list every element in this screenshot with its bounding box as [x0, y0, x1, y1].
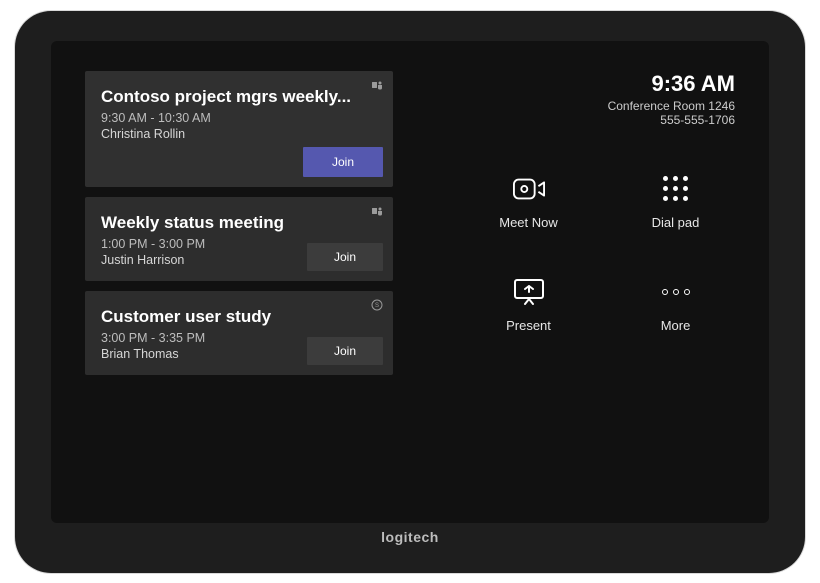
meeting-organizer: Christina Rollin [101, 127, 377, 141]
join-button[interactable]: Join [307, 337, 383, 365]
dialpad-icon [660, 173, 692, 205]
meeting-time: 9:30 AM - 10:30 AM [101, 111, 377, 125]
action-label: Present [506, 318, 551, 333]
skype-icon: S [371, 299, 383, 314]
join-button[interactable]: Join [303, 147, 383, 177]
teams-icon [371, 205, 383, 220]
device-brand: logitech [51, 529, 769, 545]
meet-now-button[interactable]: Meet Now [475, 173, 582, 230]
svg-text:S: S [375, 303, 379, 309]
room-name: Conference Room 1246 [433, 99, 735, 113]
present-button[interactable]: Present [475, 276, 582, 333]
action-grid: Meet Now Dial pad [433, 173, 735, 333]
header-info: 9:36 AM Conference Room 1246 555-555-170… [433, 71, 735, 127]
more-button[interactable]: More [622, 276, 729, 333]
dial-pad-button[interactable]: Dial pad [622, 173, 729, 230]
more-icon [660, 276, 692, 308]
video-icon [513, 173, 545, 205]
meeting-card[interactable]: Weekly status meeting 1:00 PM - 3:00 PM … [85, 197, 393, 281]
action-label: Dial pad [652, 215, 700, 230]
action-label: More [661, 318, 691, 333]
clock: 9:36 AM [433, 71, 735, 97]
screen: Contoso project mgrs weekly... 9:30 AM -… [51, 41, 769, 523]
meetings-list: Contoso project mgrs weekly... 9:30 AM -… [85, 71, 393, 503]
room-phone: 555-555-1706 [433, 113, 735, 127]
meeting-title: Contoso project mgrs weekly... [101, 87, 377, 107]
right-pane: 9:36 AM Conference Room 1246 555-555-170… [433, 71, 735, 503]
meeting-card[interactable]: Contoso project mgrs weekly... 9:30 AM -… [85, 71, 393, 187]
meeting-card[interactable]: S Customer user study 3:00 PM - 3:35 PM … [85, 291, 393, 375]
teams-icon [371, 79, 383, 94]
join-button[interactable]: Join [307, 243, 383, 271]
present-icon [513, 276, 545, 308]
device-frame: Contoso project mgrs weekly... 9:30 AM -… [15, 11, 805, 573]
meeting-title: Weekly status meeting [101, 213, 377, 233]
meeting-title: Customer user study [101, 307, 377, 327]
action-label: Meet Now [499, 215, 558, 230]
